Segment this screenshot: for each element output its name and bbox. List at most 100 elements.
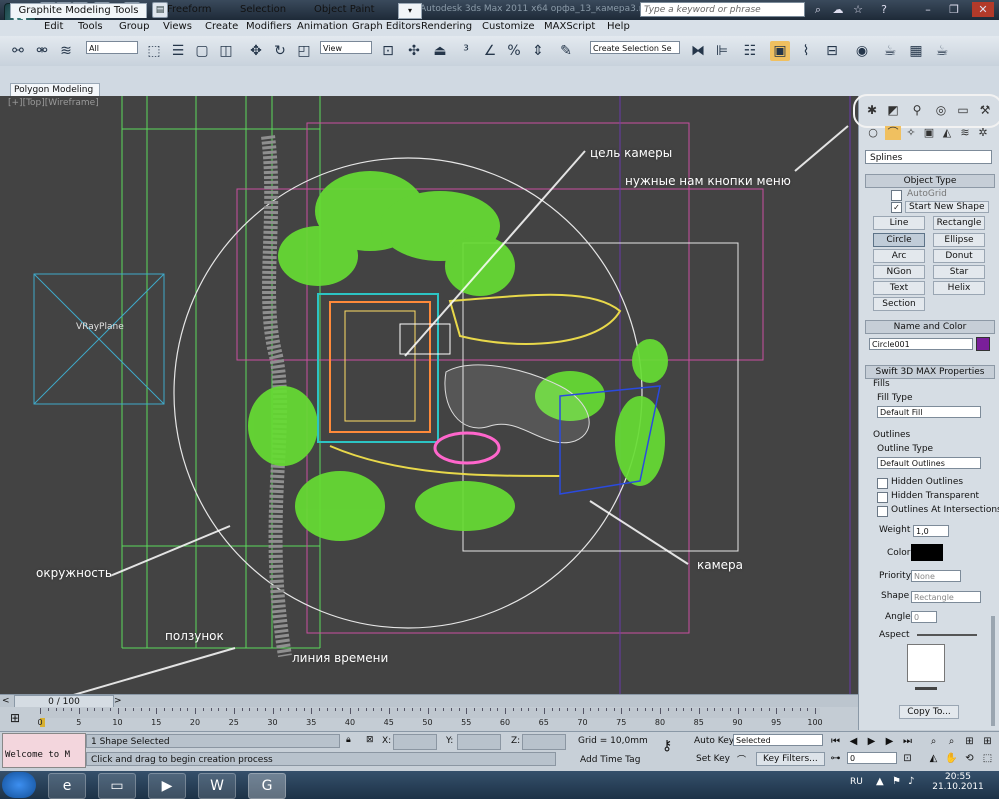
- window-crossing-icon[interactable]: ◫: [216, 41, 236, 61]
- time-configuration-icon[interactable]: ⊡: [900, 752, 915, 765]
- start-button[interactable]: [2, 772, 36, 798]
- selection-set-dropdown[interactable]: Selected: [733, 734, 823, 746]
- modify-panel-icon[interactable]: ◩: [883, 101, 903, 119]
- line-button[interactable]: Line: [873, 216, 925, 230]
- y-coordinate-field[interactable]: [457, 734, 501, 750]
- outline-type-dropdown[interactable]: Default Outlines: [877, 457, 981, 469]
- hierarchy-panel-icon[interactable]: ⚲: [907, 101, 927, 119]
- unlink-icon[interactable]: ⚮: [32, 41, 52, 61]
- tray-arrow-icon[interactable]: ▲: [876, 776, 884, 787]
- zoom-extents-icon[interactable]: ⊞: [962, 735, 977, 748]
- orbit-icon[interactable]: ⟲: [962, 752, 977, 765]
- shape-dropdown[interactable]: Rectangle: [911, 591, 981, 603]
- internet-explorer-icon[interactable]: e: [48, 773, 86, 799]
- autogrid-checkbox[interactable]: [891, 190, 902, 201]
- restore-window-icon[interactable]: ❐: [946, 2, 962, 17]
- pan-icon[interactable]: ✋: [944, 752, 959, 765]
- weight-spinner[interactable]: 1,0: [913, 525, 949, 537]
- helix-button[interactable]: Helix: [933, 281, 985, 295]
- next-frame-icon[interactable]: ▶: [882, 735, 897, 748]
- align-icon[interactable]: ⊫: [712, 41, 732, 61]
- named-selection-dropdown[interactable]: Create Selection Se: [590, 41, 680, 54]
- display-panel-icon[interactable]: ▭: [953, 101, 973, 119]
- text-button[interactable]: Text: [873, 281, 925, 295]
- menu-maxscript[interactable]: MAXScript: [544, 21, 595, 32]
- default-in-out-tangents-icon[interactable]: ⌒: [737, 753, 746, 766]
- time-slider-next[interactable]: >: [114, 696, 122, 706]
- rectangular-selection-icon[interactable]: ▢: [192, 41, 212, 61]
- rollout-object-type[interactable]: Object Type: [865, 174, 995, 188]
- arc-button[interactable]: Arc: [873, 249, 925, 263]
- key-filters-button[interactable]: Key Filters...: [756, 752, 825, 766]
- language-indicator[interactable]: RU: [850, 777, 863, 787]
- tab-selection[interactable]: Selection: [240, 3, 286, 17]
- select-by-name-icon[interactable]: ☰: [168, 41, 188, 61]
- select-and-rotate-icon[interactable]: ↻: [270, 41, 290, 61]
- ellipse-button[interactable]: Ellipse: [933, 233, 985, 247]
- help-icon[interactable]: ?: [876, 2, 892, 17]
- play-icon[interactable]: ▶: [864, 735, 879, 748]
- menu-views[interactable]: Views: [163, 21, 192, 32]
- taskbar-clock[interactable]: 20:55 21.10.2011: [928, 772, 988, 792]
- selection-filter-dropdown[interactable]: All: [86, 41, 138, 54]
- layer-manager-icon[interactable]: ☷: [740, 41, 760, 61]
- mini-curve-editor-icon[interactable]: ⊞: [10, 711, 20, 725]
- geometry-icon[interactable]: ○: [865, 126, 881, 140]
- motion-panel-icon[interactable]: ◎: [931, 101, 951, 119]
- helpers-icon[interactable]: ◭: [939, 126, 955, 140]
- bind-space-warp-icon[interactable]: ≋: [56, 41, 76, 61]
- tray-flag-icon[interactable]: ⚑: [892, 776, 901, 787]
- favorites-star-icon[interactable]: ☆: [850, 2, 866, 17]
- add-time-tag-button[interactable]: Add Time Tag: [580, 755, 640, 765]
- search-binoculars-icon[interactable]: ⌕: [810, 2, 826, 17]
- tab-object-paint[interactable]: Object Paint: [314, 3, 375, 17]
- material-editor-icon[interactable]: ◉: [852, 41, 872, 61]
- object-color-swatch[interactable]: [976, 337, 990, 351]
- menu-rendering[interactable]: Rendering: [421, 21, 472, 32]
- time-slider-prev[interactable]: <: [2, 696, 10, 706]
- systems-icon[interactable]: ✲: [975, 126, 991, 140]
- copy-to-button[interactable]: Copy To...: [899, 705, 959, 719]
- menu-help[interactable]: Help: [607, 21, 630, 32]
- tab-graphite-modeling-tools[interactable]: Graphite Modeling Tools: [10, 3, 147, 18]
- lights-icon[interactable]: ✧: [903, 126, 919, 140]
- go-to-end-icon[interactable]: ⏭: [900, 735, 915, 748]
- rollout-swift-3d-properties[interactable]: Swift 3D MAX Properties: [865, 365, 995, 379]
- select-and-move-icon[interactable]: ✥: [246, 41, 266, 61]
- shapes-icon[interactable]: ⌒: [885, 126, 901, 140]
- hidden-outlines-checkbox[interactable]: [877, 478, 888, 489]
- ribbon-options-dropdown[interactable]: ▾: [398, 3, 422, 19]
- project-folder-icon[interactable]: ▤: [152, 2, 168, 18]
- manipulate-icon[interactable]: ✣: [404, 41, 424, 61]
- menu-create[interactable]: Create: [205, 21, 238, 32]
- maximize-viewport-icon[interactable]: ⬚: [980, 752, 995, 765]
- space-warps-icon[interactable]: ≋: [957, 126, 973, 140]
- absolute-mode-icon[interactable]: ⊠: [366, 735, 374, 745]
- x-coordinate-field[interactable]: [393, 734, 437, 750]
- zoom-all-icon[interactable]: ⌕: [944, 735, 959, 748]
- lock-selection-icon[interactable]: 🔒︎: [346, 735, 351, 745]
- menu-group[interactable]: Group: [119, 21, 149, 32]
- auto-key-button[interactable]: Auto Key: [694, 736, 734, 746]
- rendered-frame-icon[interactable]: ▦: [906, 41, 926, 61]
- angle-spinner[interactable]: 0: [911, 611, 937, 623]
- go-to-start-icon[interactable]: ⏮: [828, 735, 843, 748]
- circle-button[interactable]: Circle: [873, 233, 925, 247]
- outline-color-swatch[interactable]: [911, 544, 943, 561]
- percent-snap-icon[interactable]: %: [504, 41, 524, 61]
- start-new-shape-checkbox[interactable]: ✓: [891, 202, 902, 213]
- media-player-icon[interactable]: ▶: [148, 773, 186, 799]
- field-of-view-icon[interactable]: ◭: [926, 752, 941, 765]
- word-icon[interactable]: W: [198, 773, 236, 799]
- rectangle-button[interactable]: Rectangle: [933, 216, 985, 230]
- menu-graph-editors[interactable]: Graph Editors: [352, 21, 421, 32]
- hidden-transparent-checkbox[interactable]: [877, 492, 888, 503]
- zoom-extents-all-icon[interactable]: ⊞: [980, 735, 995, 748]
- mirror-icon[interactable]: ⧓: [688, 41, 708, 61]
- star-button[interactable]: Star: [933, 265, 985, 279]
- snaps-toggle-icon[interactable]: ³: [456, 41, 476, 61]
- category-dropdown[interactable]: Splines: [865, 150, 992, 164]
- z-coordinate-field[interactable]: [522, 734, 566, 750]
- utilities-panel-icon[interactable]: ⚒: [975, 101, 995, 119]
- section-button[interactable]: Section: [873, 297, 925, 311]
